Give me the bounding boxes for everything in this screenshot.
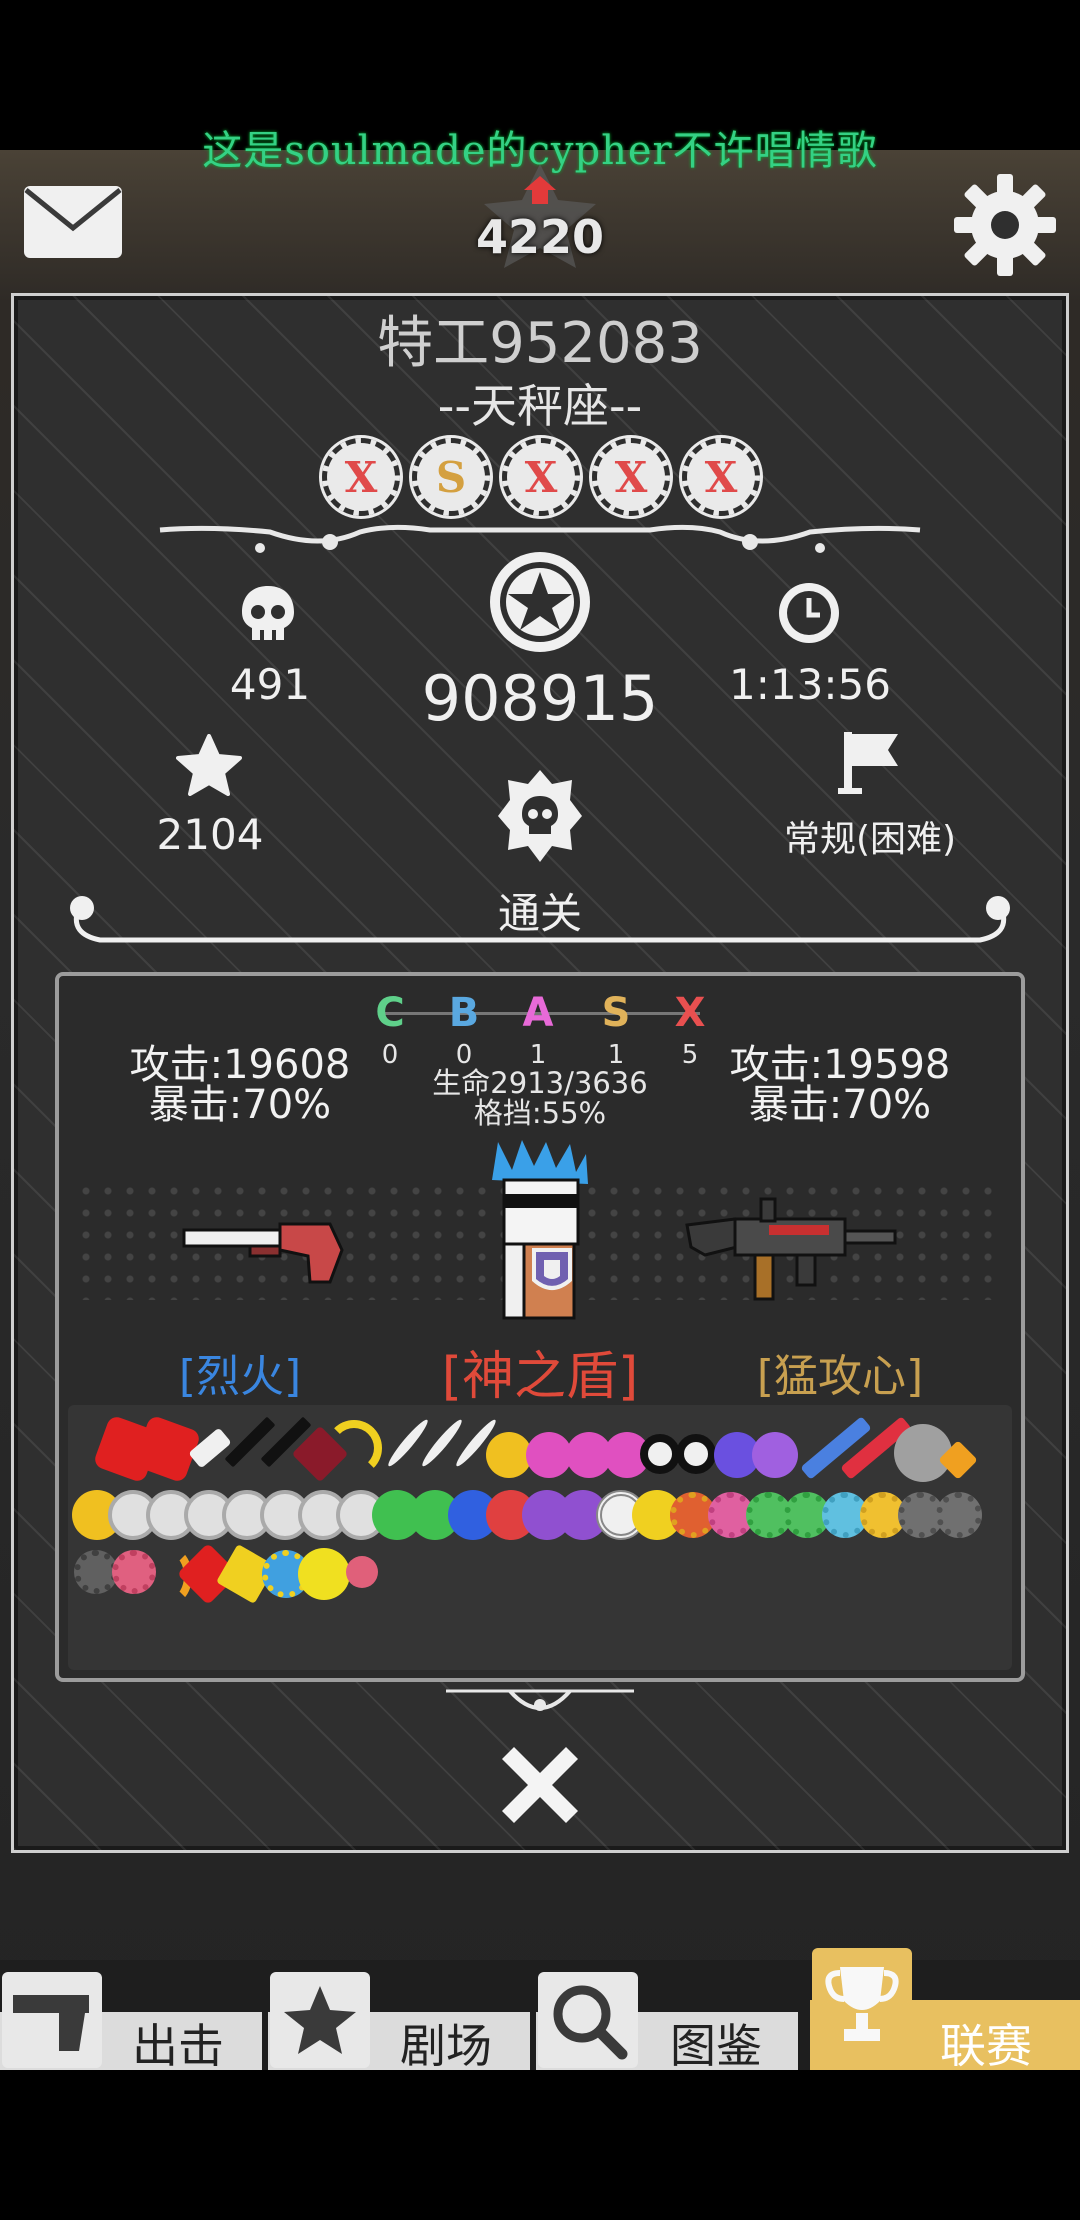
pistol-icon	[2, 1972, 102, 2068]
grade-s-badge: S	[596, 990, 636, 1036]
mail-icon	[24, 186, 122, 258]
item-icon	[326, 1420, 382, 1476]
ornament-bracket	[70, 896, 1010, 943]
grade-c-badge: C	[370, 990, 410, 1036]
agent-name: 特工952083	[377, 311, 703, 376]
right-attack: 攻击:19598	[729, 1042, 951, 1088]
rank-coin: X	[679, 435, 763, 519]
clock-icon	[776, 580, 842, 646]
center-skill-label: [神之盾]	[441, 1347, 639, 1407]
pistol-weapon-icon	[182, 1222, 344, 1284]
rank-coin: X	[499, 435, 583, 519]
nav-label-league: 联赛	[940, 2019, 1032, 2073]
item-icon	[936, 1492, 982, 1538]
right-skill-label: [猛攻心]	[756, 1351, 924, 1402]
left-attack: 攻击:19608	[129, 1042, 351, 1088]
item-icon	[112, 1550, 156, 1594]
skull-icon	[236, 582, 300, 646]
points-value: 908915	[421, 662, 659, 735]
zodiac-label: --天秤座--	[437, 379, 643, 433]
settings-button[interactable]	[950, 170, 1060, 280]
grade-x-badge: X	[670, 990, 710, 1036]
grade-letter: A	[522, 990, 554, 1036]
mode-value: 常规(困难)	[783, 819, 957, 860]
close-button[interactable]	[490, 1735, 590, 1835]
left-skill-label: [烈火]	[178, 1351, 302, 1402]
item-icon	[676, 1434, 716, 1474]
item-icon	[298, 1548, 350, 1600]
rank-coin: X	[319, 435, 403, 519]
top-score: 4220	[475, 210, 605, 264]
star-icon	[176, 734, 242, 796]
skull-badge-icon	[496, 768, 584, 864]
nav-label-codex: 图鉴	[670, 2019, 762, 2073]
grade-b-badge: B	[444, 990, 484, 1036]
mail-button[interactable]	[22, 184, 124, 260]
item-icon	[752, 1432, 798, 1478]
grade-c-count: 0	[381, 1040, 399, 1070]
agent-character	[492, 1140, 588, 1320]
left-crit: 暴击:70%	[148, 1082, 332, 1128]
right-crit: 暴击:70%	[748, 1082, 932, 1128]
grade-x-count: 5	[681, 1040, 699, 1070]
grade-letter: S	[601, 990, 631, 1036]
item-icon	[640, 1434, 680, 1474]
rank-coin: S	[409, 435, 493, 519]
item-icon	[346, 1556, 378, 1588]
grade-letter: B	[448, 990, 480, 1036]
rifle-weapon-icon	[685, 1197, 897, 1301]
trophy-icon	[812, 1948, 912, 2060]
nav-label-battle: 出击	[132, 2019, 224, 2073]
kills-value: 491	[229, 660, 311, 709]
block-value: 格挡:55%	[473, 1096, 607, 1130]
hp-value: 生命2913/3636	[432, 1066, 648, 1100]
grade-letter: C	[375, 990, 405, 1036]
ornament-small	[446, 1689, 634, 1711]
flag-icon	[838, 730, 904, 796]
rank-coin: X	[589, 435, 673, 519]
grade-letter: X	[674, 990, 706, 1036]
stars-value: 2104	[156, 810, 264, 859]
close-icon	[502, 1747, 578, 1823]
star-icon	[270, 1972, 370, 2068]
search-icon	[538, 1972, 638, 2068]
star-circle-icon	[486, 548, 594, 656]
grade-a-badge: A	[518, 990, 558, 1036]
gear-icon	[954, 174, 1056, 276]
time-value: 1:13:56	[729, 660, 891, 709]
nav-label-theater: 剧场	[400, 2019, 492, 2073]
